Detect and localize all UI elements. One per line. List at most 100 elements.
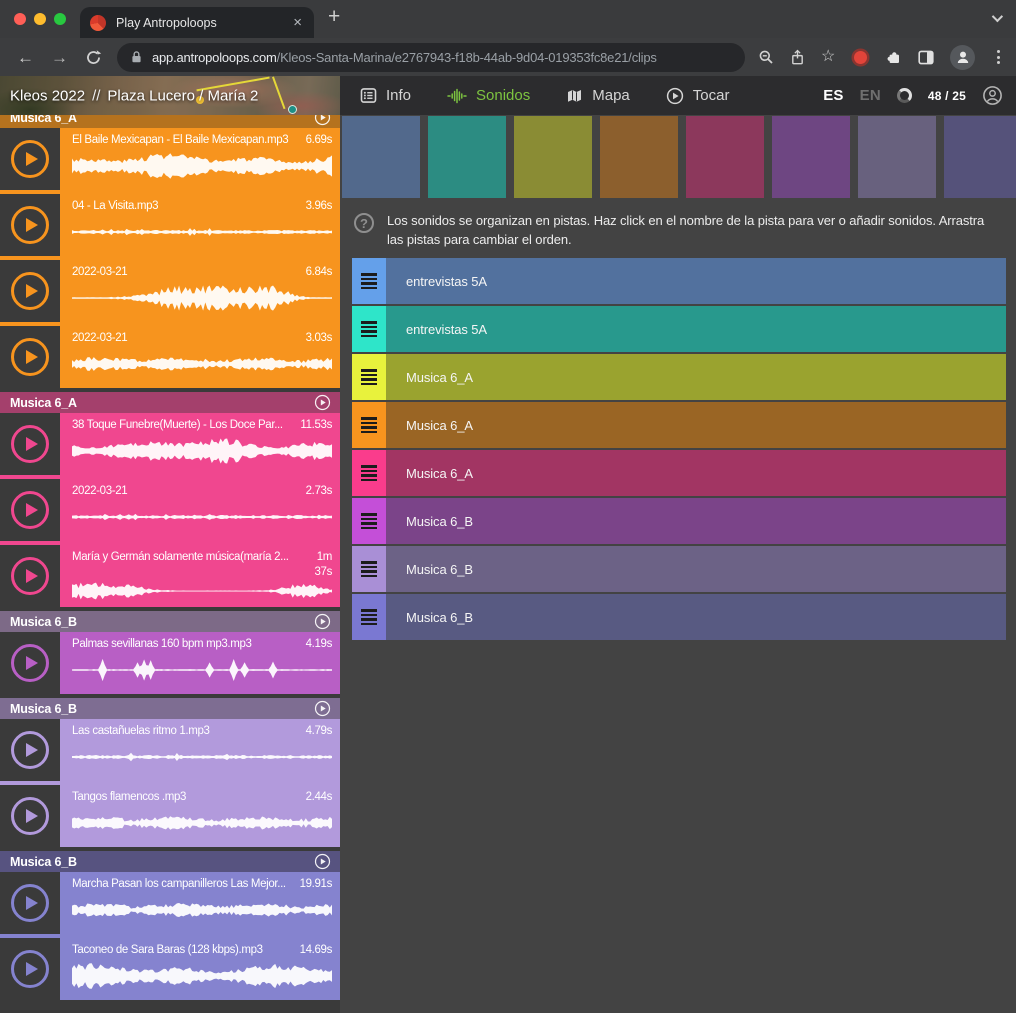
audio-clip[interactable]: Las castañuelas ritmo 1.mp34.79s xyxy=(0,719,340,781)
track-color-swatch[interactable] xyxy=(686,116,764,198)
back-icon[interactable]: ← xyxy=(17,49,34,66)
play-track-icon[interactable] xyxy=(314,613,331,630)
audio-clip[interactable]: María y Germán solamente música(maría 2.… xyxy=(0,545,340,607)
audio-clip[interactable]: 04 - La Visita.mp33.96s xyxy=(0,194,340,256)
track-color-swatch[interactable] xyxy=(858,116,936,198)
language-es-button[interactable]: ES xyxy=(823,87,843,104)
drag-bar xyxy=(361,561,377,564)
play-track-icon[interactable] xyxy=(314,700,331,717)
track-row[interactable]: entrevistas 5A xyxy=(352,306,1006,352)
side-panel-icon[interactable] xyxy=(918,50,934,65)
track-name: Musica 6_A xyxy=(386,370,473,385)
track-section-header[interactable]: Musica 6_B xyxy=(0,698,340,719)
audio-clip[interactable]: Palmas sevillanas 160 bpm mp3.mp34.19s xyxy=(0,632,340,694)
track-drag-handle[interactable] xyxy=(352,498,386,544)
audio-clip[interactable]: Taconeo de Sara Baras (128 kbps).mp314.6… xyxy=(0,938,340,1000)
track-color-swatch[interactable] xyxy=(428,116,506,198)
track-color-swatch[interactable] xyxy=(772,116,850,198)
track-drag-handle[interactable] xyxy=(352,450,386,496)
play-track-icon[interactable] xyxy=(314,115,331,126)
language-en-button[interactable]: EN xyxy=(860,87,881,104)
bookmark-star-icon[interactable]: ☆ xyxy=(821,49,835,65)
track-color-swatch[interactable] xyxy=(600,116,678,198)
waveform xyxy=(72,742,332,772)
play-ring-icon xyxy=(11,884,49,922)
track-drag-handle[interactable] xyxy=(352,258,386,304)
track-row[interactable]: Musica 6_A xyxy=(352,450,1006,496)
help-question-icon[interactable]: ? xyxy=(354,213,374,233)
nav-item-tocar[interactable]: Tocar xyxy=(666,87,730,105)
track-color-swatch[interactable] xyxy=(514,116,592,198)
clip-play-button[interactable] xyxy=(0,326,60,388)
clip-play-button[interactable] xyxy=(0,545,60,607)
clip-list: Marcha Pasan los campanilleros Las Mejor… xyxy=(0,872,340,1000)
track-row[interactable]: Musica 6_A xyxy=(352,402,1006,448)
play-track-icon[interactable] xyxy=(314,394,331,411)
clip-play-button[interactable] xyxy=(0,479,60,541)
track-row[interactable]: entrevistas 5A xyxy=(352,258,1006,304)
track-drag-handle[interactable] xyxy=(352,306,386,352)
nav-item-info[interactable]: Info xyxy=(360,87,411,104)
window-minimize-button[interactable] xyxy=(34,13,46,25)
nav-item-sonidos[interactable]: Sonidos xyxy=(447,87,530,104)
clip-play-button[interactable] xyxy=(0,632,60,694)
window-zoom-button[interactable] xyxy=(54,13,66,25)
breadcrumb-audiotrack: Plaza Lucero / María 2 xyxy=(107,87,258,104)
clip-play-button[interactable] xyxy=(0,872,60,934)
clip-duration: 11.53s xyxy=(300,418,332,433)
clip-play-button[interactable] xyxy=(0,128,60,190)
track-color-swatch[interactable] xyxy=(342,116,420,198)
nav-item-mapa[interactable]: Mapa xyxy=(566,87,630,104)
breadcrumb-project[interactable]: Kleos 2022 xyxy=(10,87,85,104)
audio-clip[interactable]: 38 Toque Funebre(Muerte) - Los Doce Par.… xyxy=(0,413,340,475)
track-row-body: Musica 6_A xyxy=(386,354,1006,400)
track-row[interactable]: Musica 6_B xyxy=(352,498,1006,544)
browser-tab[interactable]: Play Antropoloops × xyxy=(80,7,314,38)
share-icon[interactable] xyxy=(790,49,805,66)
audio-clip[interactable]: 2022-03-213.03s xyxy=(0,326,340,388)
track-row[interactable]: Musica 6_B xyxy=(352,594,1006,640)
forward-icon[interactable]: → xyxy=(51,49,68,66)
track-color-swatch[interactable] xyxy=(944,116,1016,198)
clip-play-button[interactable] xyxy=(0,785,60,847)
track-drag-handle[interactable] xyxy=(352,546,386,592)
clip-play-button[interactable] xyxy=(0,413,60,475)
lock-icon[interactable] xyxy=(130,50,143,64)
track-row[interactable]: Musica 6_A xyxy=(352,354,1006,400)
clip-name: Taconeo de Sara Baras (128 kbps).mp3 xyxy=(72,943,294,958)
new-tab-button[interactable]: + xyxy=(328,5,340,29)
clip-list: El Baile Mexicapan - El Baile Mexicapan.… xyxy=(0,128,340,388)
tab-search-chevron-icon[interactable] xyxy=(992,11,1003,22)
track-section-header[interactable]: Musica 6_A xyxy=(0,392,340,413)
clip-play-button[interactable] xyxy=(0,260,60,322)
project-map-thumbnail[interactable]: Kleos 2022//Plaza Lucero / María 2 xyxy=(0,76,340,115)
tab-close-icon[interactable]: × xyxy=(291,15,304,30)
browser-menu-icon[interactable] xyxy=(991,50,1006,64)
profile-avatar[interactable] xyxy=(950,45,975,70)
audio-clip[interactable]: Marcha Pasan los campanilleros Las Mejor… xyxy=(0,872,340,934)
track-drag-handle[interactable] xyxy=(352,402,386,448)
clip-play-button[interactable] xyxy=(0,719,60,781)
zoom-indicator-icon[interactable] xyxy=(758,49,774,65)
track-row[interactable]: Musica 6_B xyxy=(352,546,1006,592)
play-triangle-icon xyxy=(26,152,38,166)
url-bar[interactable]: app.antropoloops.com/Kleos-Santa-Marina/… xyxy=(117,43,745,72)
track-drag-handle[interactable] xyxy=(352,594,386,640)
clip-play-button[interactable] xyxy=(0,938,60,1000)
audio-clip[interactable]: El Baile Mexicapan - El Baile Mexicapan.… xyxy=(0,128,340,190)
audio-clip[interactable]: Tangos flamencos .mp32.44s xyxy=(0,785,340,847)
clip-play-button[interactable] xyxy=(0,194,60,256)
track-section-header[interactable]: Musica 6_A xyxy=(0,115,340,128)
account-icon[interactable] xyxy=(982,85,1003,106)
audio-clip[interactable]: 2022-03-216.84s xyxy=(0,260,340,322)
extensions-puzzle-icon[interactable] xyxy=(886,49,902,65)
audio-clip[interactable]: 2022-03-212.73s xyxy=(0,479,340,541)
window-close-button[interactable] xyxy=(14,13,26,25)
track-section-header[interactable]: Musica 6_B xyxy=(0,851,340,872)
play-triangle-icon xyxy=(26,809,38,823)
play-track-icon[interactable] xyxy=(314,853,331,870)
track-drag-handle[interactable] xyxy=(352,354,386,400)
track-section-header[interactable]: Musica 6_B xyxy=(0,611,340,632)
reload-icon[interactable] xyxy=(85,49,102,66)
record-indicator-icon[interactable] xyxy=(854,51,867,64)
